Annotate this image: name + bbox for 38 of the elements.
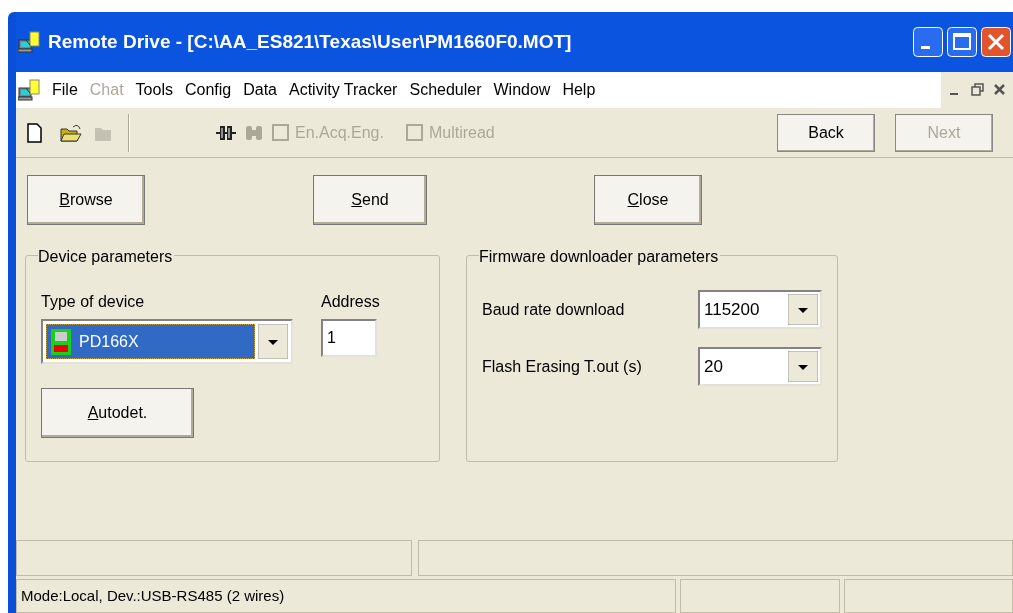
open-folder-icon[interactable]	[60, 122, 82, 143]
computer-icon	[18, 79, 40, 101]
device-icon	[51, 328, 71, 355]
close-button[interactable]	[981, 27, 1011, 57]
push-button[interactable]: Send	[313, 175, 427, 225]
field-label: Flash Erasing T.out (s)	[482, 356, 643, 377]
menu-item[interactable]: File	[46, 78, 84, 102]
checkbox-label: En.Acq.Eng.	[295, 122, 384, 143]
dropdown-value: 115200	[704, 298, 761, 321]
dropdown-arrow-icon	[258, 324, 288, 359]
minimize-button[interactable]	[913, 27, 943, 57]
computer-icon	[18, 31, 40, 53]
dropdown-arrow-icon	[788, 351, 818, 382]
dropdown[interactable]: 20	[698, 347, 822, 386]
menu-item[interactable]: Tools	[129, 78, 179, 102]
window-title: Remote Drive - [C:\AA_ES821\Texas\User\PM1660F0.MOT]	[48, 29, 572, 54]
push-button[interactable]: Browse	[27, 175, 145, 225]
menu-item[interactable]: Window	[487, 78, 557, 102]
menu-item[interactable]: Data	[237, 78, 283, 102]
dropdown-value: PD166X	[79, 331, 139, 352]
dropdown[interactable]: 115200	[698, 290, 822, 329]
dropdown-value: 20	[704, 355, 724, 378]
checkbox-label: Multiread	[428, 122, 495, 143]
field-label: Type of device	[41, 292, 146, 312]
menu-item[interactable]: Help	[556, 78, 602, 102]
menu-item[interactable]: Scheduler	[403, 78, 488, 102]
push-button[interactable]: Autodet.	[41, 388, 194, 438]
nav-button[interactable]: Back	[777, 113, 875, 152]
push-button[interactable]: Close	[594, 175, 702, 225]
maximize-button[interactable]	[947, 27, 977, 57]
field-label: Baud rate download	[482, 299, 626, 320]
dropdown-arrow-icon	[788, 294, 818, 325]
status-text: Mode:Local, Dev.:USB-RS485 (2 wires)	[21, 585, 285, 606]
menu-item[interactable]: Config	[178, 78, 238, 102]
menu-item[interactable]: Activity Tracker	[283, 78, 404, 102]
address-field[interactable]: 1	[321, 319, 377, 357]
field-label: Address	[321, 292, 380, 312]
device-type-dropdown[interactable]: PD166X	[41, 319, 293, 364]
